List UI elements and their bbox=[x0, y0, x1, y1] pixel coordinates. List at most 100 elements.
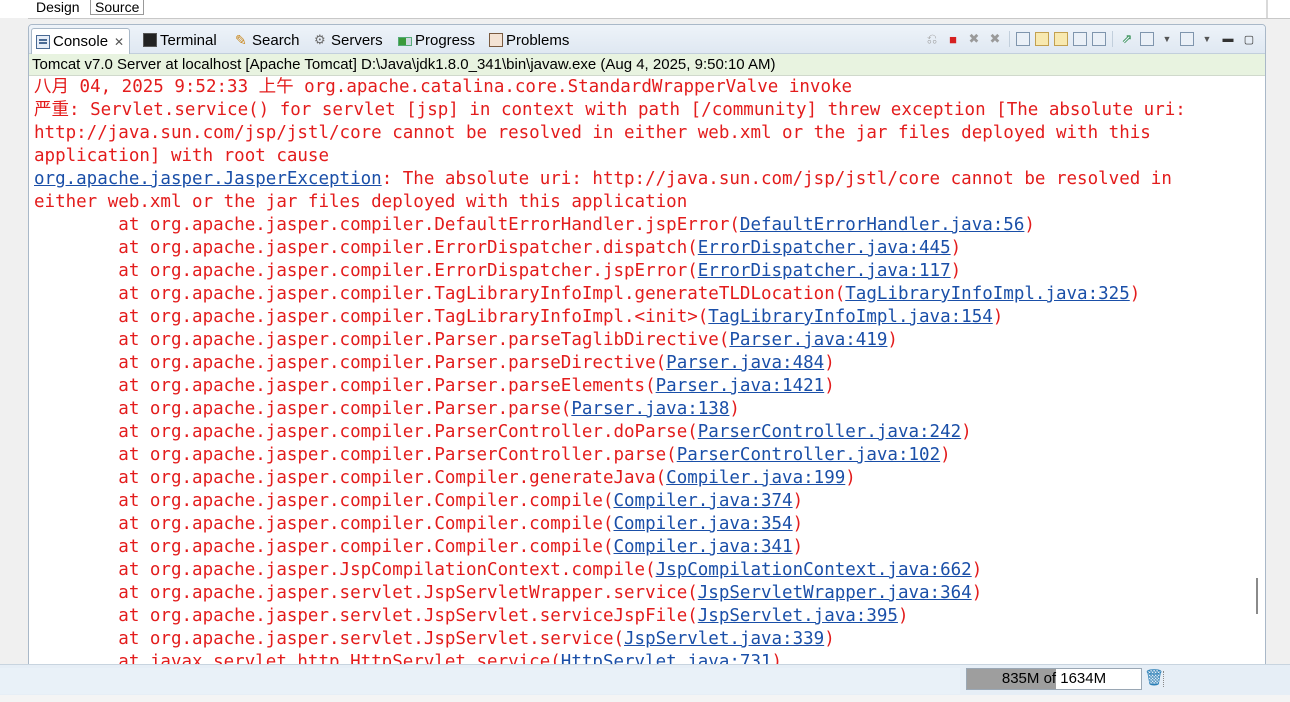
grip-handle[interactable] bbox=[1163, 671, 1168, 687]
status-area bbox=[0, 668, 960, 694]
stack-trace-link[interactable]: TagLibraryInfoImpl.java:154 bbox=[708, 307, 992, 327]
disconnect-icon[interactable]: ⎌ bbox=[924, 31, 940, 47]
tab-problems-label: Problems bbox=[506, 31, 570, 49]
display-console-icon[interactable] bbox=[1140, 32, 1154, 46]
console-line: at javax.servlet.http.HttpServlet.servic… bbox=[34, 651, 1256, 665]
tab-progress-label: Progress bbox=[415, 31, 476, 49]
show-on-stderr-icon[interactable] bbox=[1092, 32, 1106, 46]
console-line: at org.apache.jasper.compiler.ErrorDispa… bbox=[34, 238, 962, 258]
open-console-icon[interactable] bbox=[1180, 32, 1194, 46]
console-line: at org.apache.jasper.compiler.Compiler.c… bbox=[34, 491, 804, 511]
terminal-icon bbox=[143, 33, 157, 47]
minimize-icon[interactable]: ▬ bbox=[1220, 31, 1236, 47]
console-view: Console ✕ Terminal ✎ Search ⚙ Servers Pr… bbox=[28, 24, 1266, 666]
console-line: at org.apache.jasper.compiler.Compiler.g… bbox=[34, 468, 856, 488]
stack-trace-link[interactable]: JspServlet.java:395 bbox=[698, 606, 898, 626]
scrollbar-thumb[interactable] bbox=[1256, 578, 1258, 614]
show-on-stdout-icon[interactable] bbox=[1073, 32, 1087, 46]
console-line: at org.apache.jasper.compiler.Compiler.c… bbox=[34, 537, 804, 557]
console-line: at org.apache.jasper.compiler.Parser.par… bbox=[34, 353, 835, 373]
console-line: at org.apache.jasper.compiler.Compiler.c… bbox=[34, 514, 804, 534]
console-line: at org.apache.jasper.compiler.TagLibrary… bbox=[34, 284, 1141, 304]
clear-console-icon[interactable] bbox=[1016, 32, 1030, 46]
heap-status[interactable]: 835M of 1634M bbox=[966, 668, 1142, 690]
console-line: at org.apache.jasper.servlet.JspServlet.… bbox=[34, 629, 835, 649]
stack-trace-link[interactable]: JspCompilationContext.java:662 bbox=[656, 560, 972, 580]
console-toolbar: ⎌ ■ ✖ ✖ ⇗ ▼ ▼ ▬ ▢ bbox=[924, 29, 1257, 49]
console-line: at org.apache.jasper.compiler.Parser.par… bbox=[34, 399, 740, 419]
stack-trace-link[interactable]: Compiler.java:199 bbox=[666, 468, 845, 488]
console-line: at org.apache.jasper.compiler.Parser.par… bbox=[34, 330, 898, 350]
divider bbox=[1266, 0, 1268, 18]
design-tab[interactable]: Design bbox=[32, 0, 84, 14]
stack-trace-link[interactable]: ParserController.java:102 bbox=[677, 445, 940, 465]
console-line: 八月 04, 2025 9:52:33 上午 org.apache.catali… bbox=[34, 77, 853, 97]
stack-trace-link[interactable]: JspServletWrapper.java:364 bbox=[698, 583, 972, 603]
vertical-scrollbar[interactable] bbox=[1251, 76, 1265, 665]
editor-tab-strip: Design Source bbox=[0, 0, 1290, 19]
console-line: http://java.sun.com/jsp/jstl/core cannot… bbox=[34, 123, 1151, 143]
pin-console-icon[interactable]: ⇗ bbox=[1119, 31, 1135, 47]
console-line: at org.apache.jasper.compiler.ParserCont… bbox=[34, 422, 972, 442]
left-margin bbox=[0, 18, 28, 664]
stack-trace-link[interactable]: Compiler.java:354 bbox=[613, 514, 792, 534]
tab-console-label: Console bbox=[53, 33, 109, 50]
stack-trace-link[interactable]: ErrorDispatcher.java:445 bbox=[698, 238, 951, 258]
console-line: application] with root cause bbox=[34, 146, 330, 166]
trash-icon[interactable]: 🗑 bbox=[1144, 669, 1164, 689]
toolbar-separator bbox=[1009, 31, 1010, 47]
view-tab-bar: Console ✕ Terminal ✎ Search ⚙ Servers Pr… bbox=[29, 25, 1265, 54]
stack-trace-link[interactable]: Parser.java:1421 bbox=[656, 376, 825, 396]
stack-trace-link[interactable]: DefaultErrorHandler.java:56 bbox=[740, 215, 1024, 235]
progress-icon bbox=[398, 36, 412, 46]
console-output[interactable]: 八月 04, 2025 9:52:33 上午 org.apache.catali… bbox=[29, 76, 1256, 665]
maximize-icon[interactable]: ▢ bbox=[1241, 31, 1257, 47]
problems-icon bbox=[489, 33, 503, 47]
console-line: org.apache.jasper.JasperException: The a… bbox=[34, 169, 1172, 189]
chevron-down-icon[interactable]: ▼ bbox=[1159, 31, 1175, 47]
toolbar-separator bbox=[1112, 31, 1113, 47]
remove-all-icon[interactable]: ✖ bbox=[987, 31, 1003, 47]
console-line: at org.apache.jasper.compiler.ParserCont… bbox=[34, 445, 951, 465]
right-margin bbox=[1266, 24, 1290, 664]
exception-link[interactable]: org.apache.jasper.JasperException bbox=[34, 169, 382, 189]
status-bar: 835M of 1634M 🗑 bbox=[0, 664, 1290, 702]
tab-servers[interactable]: ⚙ Servers bbox=[314, 28, 383, 52]
remove-launch-icon[interactable]: ✖ bbox=[966, 31, 982, 47]
console-line: at org.apache.jasper.compiler.Parser.par… bbox=[34, 376, 835, 396]
console-line: at org.apache.jasper.servlet.JspServlet.… bbox=[34, 606, 909, 626]
stack-trace-link[interactable]: ParserController.java:242 bbox=[698, 422, 961, 442]
terminate-icon[interactable]: ■ bbox=[945, 31, 961, 47]
chevron-down-icon[interactable]: ▼ bbox=[1199, 31, 1215, 47]
stack-trace-link[interactable]: ErrorDispatcher.java:117 bbox=[698, 261, 951, 281]
process-label: Tomcat v7.0 Server at localhost [Apache … bbox=[29, 54, 1265, 76]
tab-console[interactable]: Console ✕ bbox=[31, 28, 131, 54]
stack-trace-link[interactable]: Compiler.java:374 bbox=[613, 491, 792, 511]
console-line: at org.apache.jasper.JspCompilationConte… bbox=[34, 560, 983, 580]
heap-label: 835M of 1634M bbox=[1001, 670, 1107, 687]
tab-servers-label: Servers bbox=[331, 31, 383, 49]
word-wrap-icon[interactable] bbox=[1054, 32, 1068, 46]
tab-terminal-label: Terminal bbox=[160, 31, 217, 49]
console-line: at org.apache.jasper.servlet.JspServletW… bbox=[34, 583, 983, 603]
tab-terminal[interactable]: Terminal bbox=[143, 28, 217, 52]
stack-trace-link[interactable]: Parser.java:484 bbox=[666, 353, 824, 373]
stack-trace-link[interactable]: Compiler.java:341 bbox=[613, 537, 792, 557]
scroll-lock-icon[interactable] bbox=[1035, 32, 1049, 46]
stack-trace-link[interactable]: Parser.java:419 bbox=[729, 330, 887, 350]
console-line: at org.apache.jasper.compiler.DefaultErr… bbox=[34, 215, 1035, 235]
tab-problems[interactable]: Problems bbox=[489, 28, 569, 52]
close-icon[interactable]: ✕ bbox=[114, 35, 124, 49]
console-line: at org.apache.jasper.compiler.TagLibrary… bbox=[34, 307, 1004, 327]
console-icon bbox=[36, 34, 50, 49]
console-line: either web.xml or the jar files deployed… bbox=[34, 192, 688, 212]
tab-search-label: Search bbox=[252, 31, 300, 49]
stack-trace-link[interactable]: Parser.java:138 bbox=[571, 399, 729, 419]
console-line: at org.apache.jasper.compiler.ErrorDispa… bbox=[34, 261, 962, 281]
search-icon: ✎ bbox=[235, 32, 247, 48]
tab-progress[interactable]: Progress bbox=[398, 28, 475, 52]
source-tab[interactable]: Source bbox=[90, 0, 145, 15]
stack-trace-link[interactable]: TagLibraryInfoImpl.java:325 bbox=[845, 284, 1129, 304]
stack-trace-link[interactable]: JspServlet.java:339 bbox=[624, 629, 824, 649]
tab-search[interactable]: ✎ Search bbox=[235, 28, 300, 52]
